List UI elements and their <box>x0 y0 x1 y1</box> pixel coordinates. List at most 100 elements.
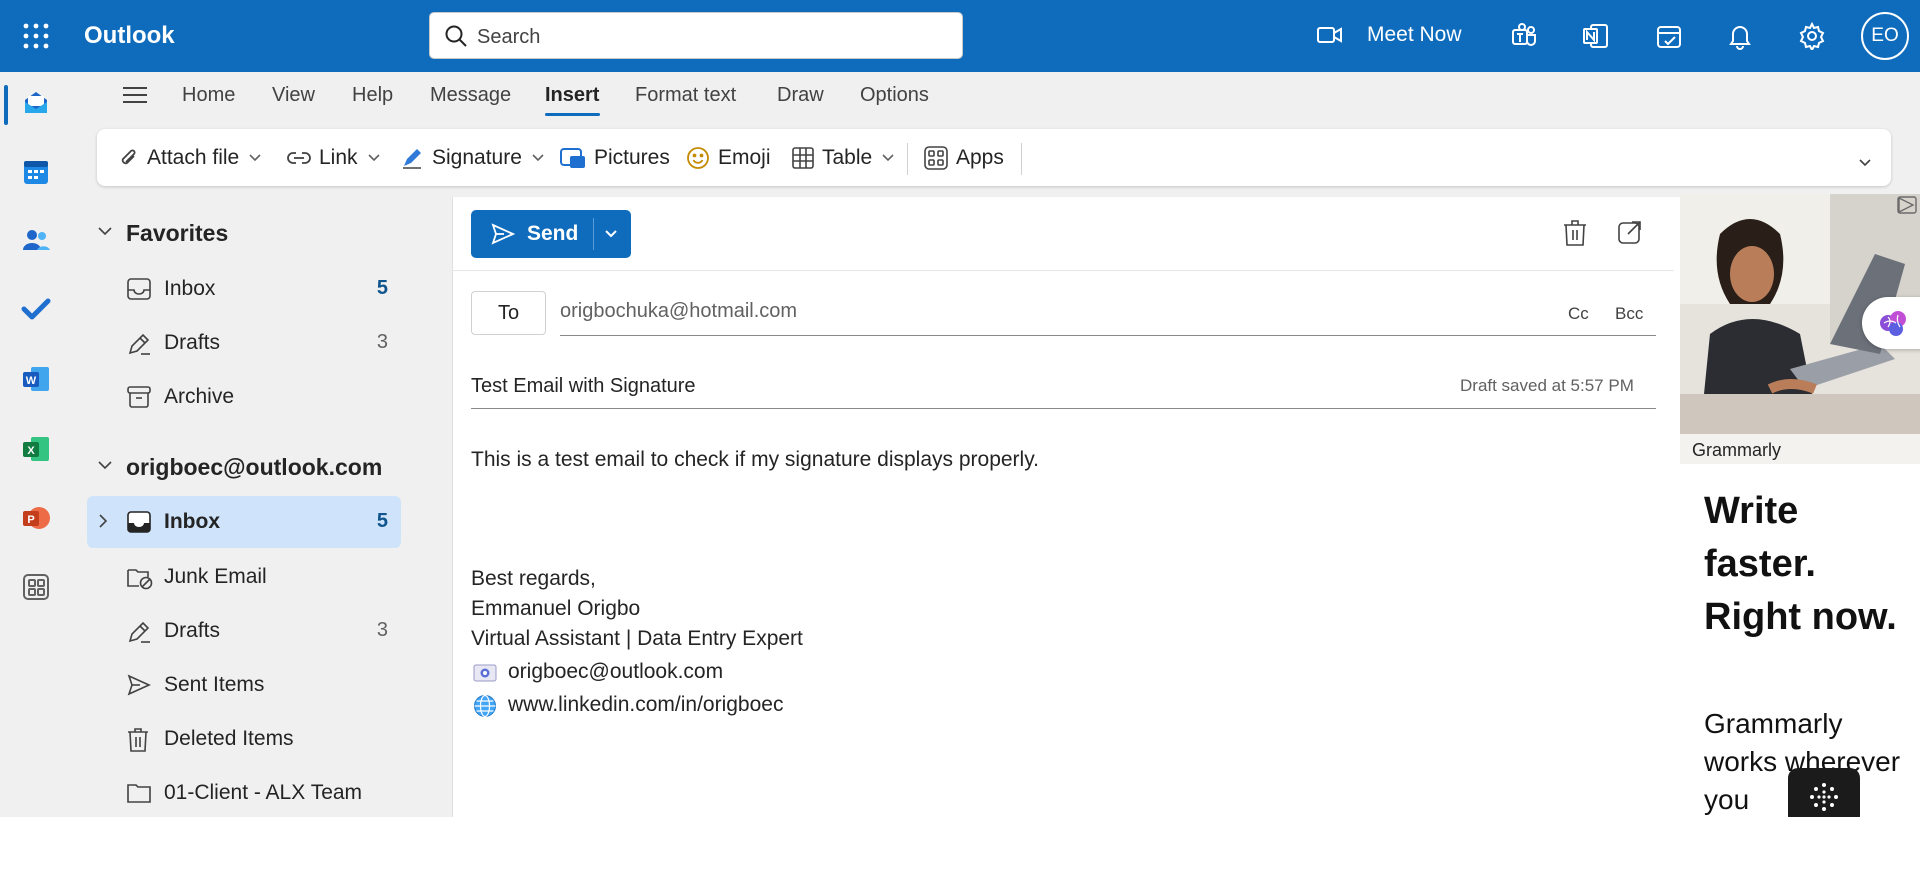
video-icon[interactable] <box>1316 24 1344 46</box>
emoji-label: Emoji <box>718 146 771 169</box>
pencil-icon <box>127 620 151 644</box>
pictures-button[interactable]: Pictures <box>560 146 670 170</box>
account-header[interactable]: origboec@outlook.com <box>126 454 382 481</box>
folder-label: Archive <box>164 385 235 408</box>
calendar-icon[interactable] <box>21 157 51 187</box>
trash-icon <box>127 728 149 752</box>
chevron-down-icon[interactable] <box>98 227 112 236</box>
signature-email[interactable]: origboec@outlook.com <box>508 660 723 684</box>
signature-linkedin[interactable]: www.linkedin.com/in/origboec <box>508 693 783 717</box>
search-input[interactable]: Search <box>429 12 963 59</box>
compose-divider <box>452 270 1674 271</box>
bcc-button[interactable]: Bcc <box>1615 304 1643 324</box>
people-icon[interactable] <box>21 225 51 255</box>
pictures-icon <box>560 147 586 169</box>
ribbon-expand-chevron-icon[interactable] <box>1859 159 1871 167</box>
app-title[interactable]: Outlook <box>84 22 175 50</box>
ribbon-divider <box>1021 143 1022 175</box>
signature-button[interactable]: Signature <box>400 146 544 170</box>
apps-button[interactable]: Apps <box>924 146 1004 170</box>
tab-message[interactable]: Message <box>430 84 511 107</box>
meet-now-button[interactable]: Meet Now <box>1367 23 1462 47</box>
word-icon[interactable]: W <box>21 364 51 394</box>
todo-icon[interactable] <box>21 294 51 324</box>
table-icon <box>792 147 814 169</box>
tab-help[interactable]: Help <box>352 84 393 107</box>
tab-view[interactable]: View <box>272 84 315 107</box>
folder-junk-email[interactable]: Junk Email <box>87 551 401 603</box>
chevron-right-icon[interactable] <box>99 514 108 528</box>
ad-headline[interactable]: Write faster. Right now. <box>1704 485 1914 644</box>
folder-label: Drafts <box>164 331 221 354</box>
active-tab-underline <box>545 113 600 116</box>
waffle-icon[interactable] <box>22 22 50 50</box>
folder-label: Junk Email <box>164 565 267 588</box>
folder-label: Inbox <box>164 510 220 533</box>
tab-draw[interactable]: Draw <box>777 84 824 107</box>
tab-insert[interactable]: Insert <box>545 84 599 107</box>
link-button[interactable]: Link <box>287 146 380 170</box>
avatar[interactable]: EO <box>1861 12 1909 60</box>
subject-field[interactable]: Test Email with Signature <box>471 375 696 398</box>
send-button[interactable]: Send <box>471 210 593 258</box>
folder-drafts[interactable]: Drafts 3 <box>87 605 401 657</box>
excel-icon[interactable]: X <box>21 434 51 464</box>
folder-label: Drafts <box>164 619 221 642</box>
svg-text:X: X <box>27 445 35 457</box>
subject-underline <box>471 408 1656 409</box>
draft-saved-status: Draft saved at 5:57 PM <box>1460 376 1634 395</box>
send-icon <box>127 674 151 696</box>
globe-icon <box>473 694 497 718</box>
table-label: Table <box>822 146 873 169</box>
discard-trash-icon[interactable] <box>1563 220 1587 246</box>
ai-assistant-brain-icon[interactable] <box>1862 297 1920 349</box>
chevron-down-icon <box>532 154 544 162</box>
ad-brand: Grammarly <box>1692 440 1781 460</box>
folder-label: Inbox <box>164 277 216 300</box>
favorite-archive[interactable]: Archive <box>87 371 401 423</box>
ad-choices-icon[interactable] <box>1897 196 1917 214</box>
favorite-drafts[interactable]: Drafts 3 <box>87 317 401 369</box>
chevron-down-icon[interactable] <box>98 461 112 470</box>
item-count: 3 <box>376 619 388 641</box>
link-icon <box>287 151 311 165</box>
teams-icon[interactable] <box>1510 22 1538 50</box>
folder-sent-items[interactable]: Sent Items <box>87 659 401 711</box>
paperclip-icon <box>119 147 139 169</box>
tab-options[interactable]: Options <box>860 84 929 107</box>
active-indicator <box>4 85 8 125</box>
favorites-header[interactable]: Favorites <box>126 220 228 247</box>
mail-icon[interactable] <box>21 88 51 118</box>
powerpoint-icon[interactable]: P <box>21 503 51 533</box>
table-button[interactable]: Table <box>792 146 894 170</box>
onenote-icon[interactable] <box>1582 22 1610 50</box>
signature-title: Virtual Assistant | Data Entry Expert <box>471 627 803 650</box>
folder-client-alx-team[interactable]: 01-Client - ALX Team <box>87 767 401 819</box>
chevron-down-icon <box>249 154 261 162</box>
folder-label: 01-Client - ALX Team <box>164 781 363 804</box>
message-body-text[interactable]: This is a test email to check if my sign… <box>471 448 1039 472</box>
folder-inbox[interactable]: Inbox 5 <box>87 496 401 548</box>
cc-button[interactable]: Cc <box>1568 304 1589 324</box>
to-button[interactable]: To <box>471 291 546 335</box>
gear-icon[interactable] <box>1798 22 1826 50</box>
send-options-dropdown[interactable] <box>594 210 631 258</box>
apps-icon[interactable] <box>21 572 51 602</box>
pop-out-icon[interactable] <box>1618 220 1642 244</box>
send-label: Send <box>527 222 579 245</box>
hamburger-menu-icon[interactable] <box>122 84 148 106</box>
chevron-down-icon <box>882 154 894 162</box>
attach-file-button[interactable]: Attach file <box>119 146 261 170</box>
to-field[interactable]: origbochuka@hotmail.com <box>560 300 797 323</box>
bell-icon[interactable] <box>1726 22 1754 50</box>
emoji-button[interactable]: Emoji <box>686 146 771 170</box>
todo-icon[interactable] <box>1655 22 1683 50</box>
folder-deleted-items[interactable]: Deleted Items <box>87 713 401 765</box>
send-icon <box>491 223 515 245</box>
favorite-inbox[interactable]: Inbox 5 <box>87 263 401 315</box>
unread-count: 5 <box>376 277 388 299</box>
compose-pane <box>452 197 1674 817</box>
tab-home[interactable]: Home <box>182 84 235 107</box>
tab-format-text[interactable]: Format text <box>635 84 736 107</box>
svg-text:W: W <box>26 375 37 387</box>
